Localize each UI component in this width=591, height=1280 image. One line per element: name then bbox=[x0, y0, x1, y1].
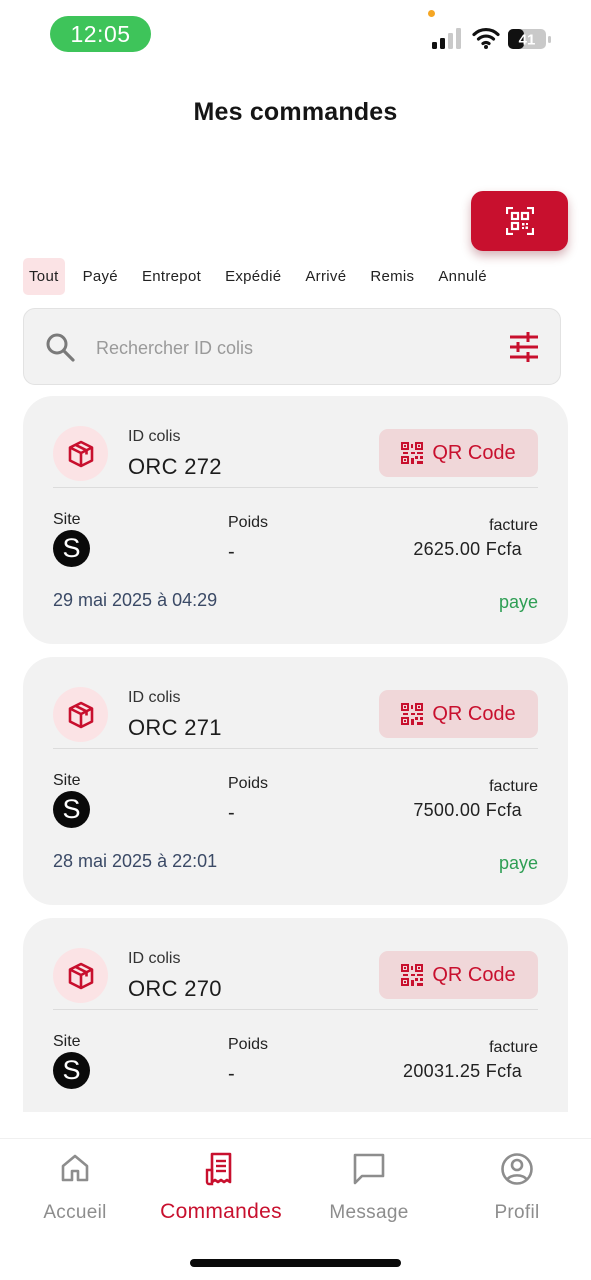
battery-icon: 41 bbox=[508, 29, 551, 49]
weight-value: - bbox=[228, 541, 235, 563]
nav-profil[interactable]: Profil bbox=[442, 1152, 591, 1224]
page-title: Mes commandes bbox=[193, 98, 398, 126]
invoice-amount: 7500.00 Fcfa bbox=[413, 800, 522, 820]
nav-label: Accueil bbox=[43, 1202, 107, 1223]
site-logo: S bbox=[53, 530, 90, 567]
receipt-icon bbox=[205, 1152, 232, 1186]
filter-sliders-icon[interactable] bbox=[508, 331, 540, 363]
card-divider bbox=[53, 1009, 538, 1010]
weight-label: Poids bbox=[228, 1036, 269, 1053]
nav-label: Commandes bbox=[160, 1200, 282, 1223]
invoice-amount: 20031.25 Fcfa bbox=[403, 1061, 522, 1081]
message-icon bbox=[353, 1153, 385, 1185]
qr-code-button-label: QR Code bbox=[432, 963, 516, 986]
order-id-label: ID colis bbox=[128, 428, 181, 445]
profile-icon bbox=[501, 1153, 533, 1185]
package-icon-badge bbox=[53, 948, 108, 1003]
order-status: paye bbox=[498, 853, 538, 873]
nav-label: Profil bbox=[494, 1202, 540, 1223]
tab-tout[interactable]: Tout bbox=[23, 258, 65, 295]
qr-code-icon bbox=[401, 964, 424, 986]
weight-label: Poids bbox=[228, 514, 269, 531]
wifi-icon bbox=[472, 27, 500, 49]
weight-label: Poids bbox=[228, 775, 269, 792]
order-date: 28 mai 2025 à 22:01 bbox=[53, 851, 218, 871]
tab-entrepot[interactable]: Entrepot bbox=[136, 258, 207, 295]
home-icon bbox=[61, 1154, 89, 1182]
weight-value: - bbox=[228, 1063, 235, 1085]
qr-scan-icon bbox=[505, 207, 534, 235]
site-label: Site bbox=[53, 511, 81, 528]
order-card[interactable]: ID colis ORC 271 QR Code Site S Poids - … bbox=[23, 657, 568, 905]
card-divider bbox=[53, 748, 538, 749]
status-filter-tabs: Tout Payé Entrepot Expédié Arrivé Remis … bbox=[23, 258, 505, 295]
qr-code-button[interactable]: QR Code bbox=[379, 690, 538, 738]
site-label: Site bbox=[53, 772, 81, 789]
tab-paye[interactable]: Payé bbox=[77, 258, 124, 295]
invoice-label: facture bbox=[489, 517, 538, 534]
order-id: ORC 270 bbox=[128, 976, 222, 1001]
invoice-amount: 2625.00 Fcfa bbox=[413, 539, 522, 559]
bottom-navigation: Accueil Commandes Message Profil bbox=[0, 1112, 591, 1280]
site-label: Site bbox=[53, 1033, 81, 1050]
order-status: paye bbox=[498, 592, 538, 612]
scan-qr-button[interactable] bbox=[471, 191, 568, 251]
qr-code-button-label: QR Code bbox=[432, 702, 516, 725]
qr-code-icon bbox=[401, 703, 424, 725]
invoice-label: facture bbox=[489, 778, 538, 795]
cellular-signal-icon bbox=[432, 28, 461, 49]
tab-arrive[interactable]: Arrivé bbox=[299, 258, 352, 295]
bottom-nav-divider bbox=[0, 1138, 591, 1139]
package-icon-badge bbox=[53, 426, 108, 481]
tab-remis[interactable]: Remis bbox=[364, 258, 420, 295]
search-bar bbox=[23, 308, 561, 385]
nav-message[interactable]: Message bbox=[294, 1152, 444, 1224]
invoice-label: facture bbox=[489, 1039, 538, 1056]
qr-code-icon bbox=[401, 442, 424, 464]
order-card[interactable]: ID colis ORC 270 QR Code Site S Poids - … bbox=[23, 918, 568, 1112]
package-icon-badge bbox=[53, 687, 108, 742]
search-input[interactable] bbox=[96, 331, 486, 365]
home-indicator[interactable] bbox=[190, 1259, 401, 1267]
nav-label: Message bbox=[329, 1202, 409, 1223]
weight-value: - bbox=[228, 802, 235, 824]
site-logo: S bbox=[53, 791, 90, 828]
tab-annule[interactable]: Annulé bbox=[432, 258, 493, 295]
status-bar: 12:05 41 bbox=[0, 0, 591, 70]
site-logo: S bbox=[53, 1052, 90, 1089]
order-id: ORC 272 bbox=[128, 454, 222, 479]
battery-level: 41 bbox=[519, 32, 536, 49]
search-icon bbox=[46, 333, 75, 362]
package-icon bbox=[68, 962, 93, 989]
package-icon bbox=[68, 701, 93, 728]
tab-expedie[interactable]: Expédié bbox=[219, 258, 287, 295]
privacy-indicator-dot bbox=[428, 10, 435, 17]
qr-code-button[interactable]: QR Code bbox=[379, 429, 538, 477]
package-icon bbox=[68, 440, 93, 467]
status-time: 12:05 bbox=[50, 16, 151, 52]
order-card[interactable]: ID colis ORC 272 QR Code Site S Poids - … bbox=[23, 396, 568, 644]
card-divider bbox=[53, 487, 538, 488]
order-id-label: ID colis bbox=[128, 950, 181, 967]
order-date: 29 mai 2025 à 04:29 bbox=[53, 590, 218, 610]
qr-code-button[interactable]: QR Code bbox=[379, 951, 538, 999]
order-id: ORC 271 bbox=[128, 715, 222, 740]
order-id-label: ID colis bbox=[128, 689, 181, 706]
nav-commandes[interactable]: Commandes bbox=[146, 1152, 296, 1224]
nav-accueil[interactable]: Accueil bbox=[0, 1152, 150, 1224]
qr-code-button-label: QR Code bbox=[432, 441, 516, 464]
